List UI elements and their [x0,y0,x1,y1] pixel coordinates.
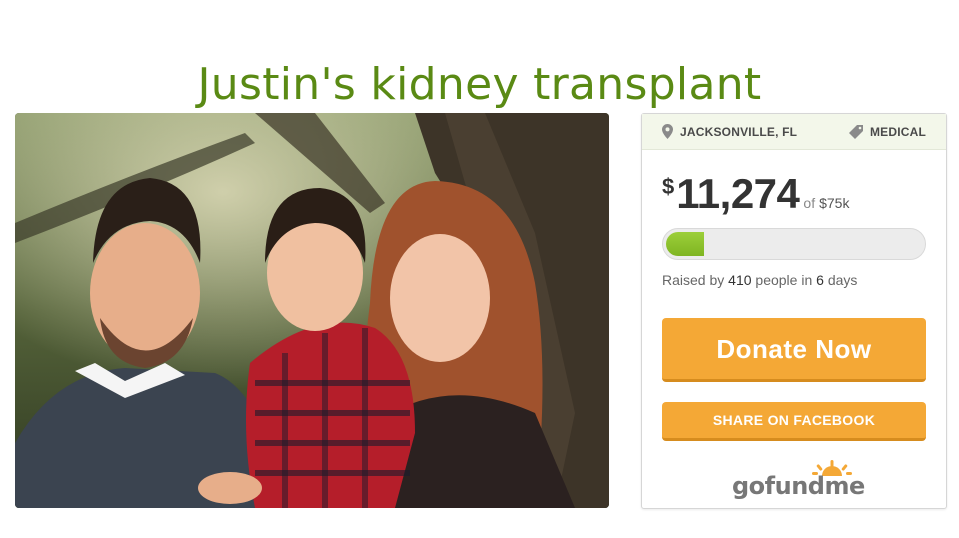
location-label: JACKSONVILLE, FL [680,124,798,139]
logo-wordmark: gofundme [732,472,865,500]
progress-bar [662,228,926,260]
currency-symbol: $ [662,174,675,199]
goal-amount: $75k [819,195,850,211]
amount-raised: $ 11,274 of $75k [662,170,849,218]
progress-fill [666,232,704,256]
donation-card: JACKSONVILLE, FL MEDICAL $ 11,274 of $75… [641,113,947,509]
donate-button[interactable]: Donate Now [662,318,926,382]
category-link[interactable]: MEDICAL [848,124,926,139]
tag-icon [848,124,863,139]
logo-me: me [824,472,865,500]
donor-count: 410 [728,272,752,288]
days-count: 6 [816,272,824,288]
raised-prefix: Raised by [662,272,725,288]
campaign-title: Justin's kidney transplant [197,59,762,111]
logo-go: go [732,472,765,500]
raised-amount: 11,274 [676,170,800,217]
people-in-label: people in [755,272,813,288]
campaign-photo [15,113,609,508]
logo-fund: fund [764,472,825,500]
days-label: days [827,272,858,288]
share-facebook-button[interactable]: SHARE ON FACEBOOK [662,402,926,441]
location-link[interactable]: JACKSONVILLE, FL [662,124,797,139]
gofundme-logo[interactable]: gofundme [730,460,865,500]
raised-summary: Raised by 410 people in 6 days [662,272,857,288]
of-label: of [803,195,816,211]
category-label: MEDICAL [869,124,926,139]
campaign-meta-bar: JACKSONVILLE, FL MEDICAL [642,114,946,150]
map-pin-icon [662,124,673,139]
